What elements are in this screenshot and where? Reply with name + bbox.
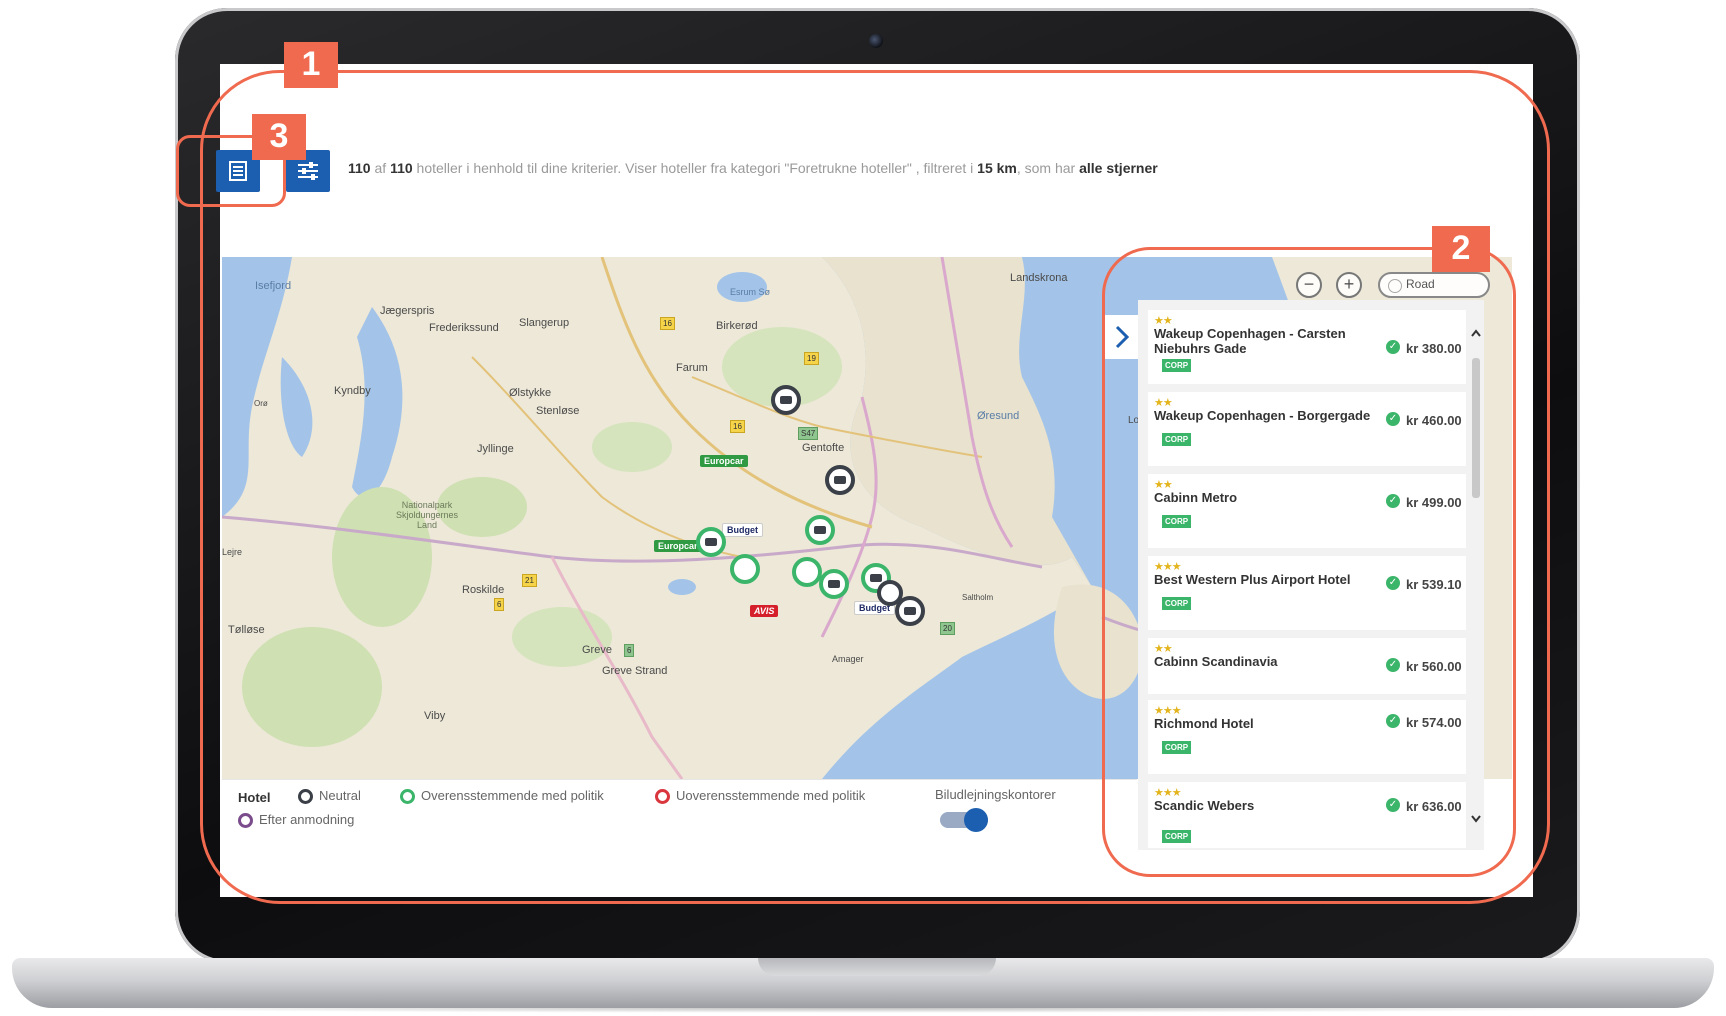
callout-badge-2: 2 (1432, 226, 1490, 272)
callout-badge-1: 1 (284, 42, 338, 88)
callout-frame-2 (1102, 247, 1516, 877)
laptop-notch (758, 958, 996, 976)
callout-badge-3: 3 (252, 114, 306, 160)
camera-icon (869, 34, 883, 48)
